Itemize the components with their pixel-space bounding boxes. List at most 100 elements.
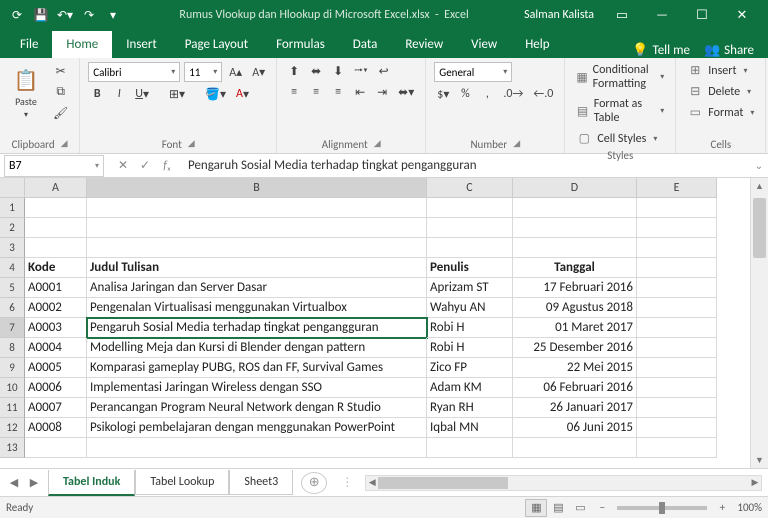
cell[interactable]: A0005	[25, 358, 87, 378]
scroll-left-icon[interactable]: ◀	[366, 476, 378, 490]
share-button[interactable]: 👥 Share	[704, 43, 754, 58]
tab-help[interactable]: Help	[511, 31, 563, 58]
inc-decimal-button[interactable]: .0→	[500, 85, 526, 103]
col-header[interactable]: E	[637, 178, 717, 197]
cell[interactable]	[427, 238, 513, 258]
cell[interactable]: 06 Februari 2016	[513, 378, 637, 398]
cell[interactable]: 22 Mei 2015	[513, 358, 637, 378]
cell[interactable]	[637, 258, 717, 278]
cell[interactable]: Zico FP	[427, 358, 513, 378]
cell[interactable]: 06 Juni 2015	[513, 418, 637, 438]
conditional-formatting-button[interactable]: ▦Conditional Formatting▾	[573, 62, 667, 92]
cell[interactable]: 26 Januari 2017	[513, 398, 637, 418]
comma-button[interactable]: ,	[478, 85, 496, 103]
page-layout-view-button[interactable]: ▤	[547, 499, 569, 517]
align-bottom-button[interactable]: ⬇	[329, 62, 347, 80]
align-top-button[interactable]: ⬆	[285, 62, 303, 80]
cell[interactable]: Robi H	[427, 318, 513, 338]
cut-button[interactable]: ✂	[50, 62, 71, 80]
row-header[interactable]: 11	[0, 398, 25, 418]
merge-button[interactable]: ⬌▾	[395, 83, 417, 101]
indent-inc-button[interactable]: ⇥	[373, 83, 391, 101]
tab-home[interactable]: Home	[52, 31, 112, 58]
col-header[interactable]: B	[87, 178, 427, 197]
cell[interactable]	[87, 238, 427, 258]
cell[interactable]	[25, 198, 87, 218]
cell[interactable]: A0004	[25, 338, 87, 358]
row-header[interactable]: 13	[0, 438, 25, 458]
shrink-font-button[interactable]: A▾	[249, 63, 268, 81]
new-sheet-button[interactable]: ⊕	[301, 472, 327, 494]
italic-button[interactable]: I	[110, 85, 128, 103]
cell[interactable]	[513, 198, 637, 218]
col-header[interactable]: C	[427, 178, 513, 197]
accounting-button[interactable]: $▾	[434, 85, 452, 103]
cell[interactable]: Penulis	[427, 258, 513, 278]
vertical-scrollbar[interactable]: ▲ ▼	[750, 178, 768, 468]
cell[interactable]: Kode	[25, 258, 87, 278]
dialog-launcher-icon[interactable]: ◢	[513, 138, 520, 151]
border-button[interactable]: ⊞▾	[166, 85, 188, 103]
cancel-formula-icon[interactable]: ✕	[112, 156, 134, 176]
row-header[interactable]: 1	[0, 198, 25, 218]
cell[interactable]: A0002	[25, 298, 87, 318]
cell[interactable]	[513, 218, 637, 238]
sheet-tab[interactable]: Sheet3	[229, 470, 293, 495]
tab-formulas[interactable]: Formulas	[262, 31, 339, 58]
row-header[interactable]: 7	[0, 318, 25, 338]
cell[interactable]: 09 Agustus 2018	[513, 298, 637, 318]
row-header[interactable]: 9	[0, 358, 25, 378]
cell[interactable]	[427, 218, 513, 238]
row-header[interactable]: 5	[0, 278, 25, 298]
name-box[interactable]: B7▾	[4, 155, 104, 177]
cell[interactable]: Wahyu AN	[427, 298, 513, 318]
format-cells-button[interactable]: ▭Format▾	[684, 104, 757, 121]
copy-button[interactable]: ⧉	[50, 83, 71, 101]
format-painter-button[interactable]: 🖌	[50, 104, 71, 122]
wrap-text-button[interactable]: ↩	[375, 62, 393, 80]
cell[interactable]	[637, 198, 717, 218]
cell[interactable]	[87, 438, 427, 458]
cell-styles-button[interactable]: ▢Cell Styles▾	[573, 130, 667, 147]
underline-button[interactable]: U▾	[132, 85, 152, 103]
tab-file[interactable]: File	[6, 31, 52, 58]
cell[interactable]: 01 Maret 2017	[513, 318, 637, 338]
cell[interactable]: Pengenalan Virtualisasi menggunakan Virt…	[87, 298, 427, 318]
row-header[interactable]: 6	[0, 298, 25, 318]
cell[interactable]: Implementasi Jaringan Wireless dengan SS…	[87, 378, 427, 398]
cell[interactable]: A0007	[25, 398, 87, 418]
qat-custom-icon[interactable]: ▾	[102, 4, 124, 26]
cell[interactable]	[87, 218, 427, 238]
cell[interactable]: Ryan RH	[427, 398, 513, 418]
cell[interactable]	[87, 198, 427, 218]
tab-data[interactable]: Data	[339, 31, 392, 58]
delete-cells-button[interactable]: ⊟Delete▾	[684, 83, 757, 100]
scroll-up-icon[interactable]: ▲	[751, 178, 768, 194]
cell[interactable]	[637, 398, 717, 418]
cell[interactable]: Adam KM	[427, 378, 513, 398]
close-button[interactable]: ✕	[722, 0, 762, 30]
horizontal-scrollbar[interactable]: ◀ ▶	[365, 475, 762, 491]
cell[interactable]: Judul Tulisan	[87, 258, 427, 278]
cell[interactable]	[637, 298, 717, 318]
cell[interactable]: Tanggal	[513, 258, 637, 278]
enter-formula-icon[interactable]: ✓	[134, 156, 156, 176]
sheet-tab[interactable]: Tabel Induk	[48, 470, 135, 496]
cell[interactable]: Robi H	[427, 338, 513, 358]
scroll-right-icon[interactable]: ▶	[749, 476, 761, 490]
fill-color-button[interactable]: 🪣▾	[202, 85, 229, 103]
format-as-table-button[interactable]: ▤Format as Table▾	[573, 96, 667, 126]
cell[interactable]: A0008	[25, 418, 87, 438]
cell[interactable]	[637, 418, 717, 438]
cell[interactable]: 17 Februari 2016	[513, 278, 637, 298]
percent-button[interactable]: %	[456, 85, 474, 103]
align-left-button[interactable]: ≡	[285, 83, 303, 101]
cell[interactable]: Iqbal MN	[427, 418, 513, 438]
page-break-view-button[interactable]: ▭	[569, 499, 591, 517]
cell[interactable]	[427, 438, 513, 458]
row-header[interactable]: 4	[0, 258, 25, 278]
row-header[interactable]: 10	[0, 378, 25, 398]
cell[interactable]	[637, 358, 717, 378]
orientation-button[interactable]: ⭬▾	[351, 62, 371, 80]
cell[interactable]: A0003	[25, 318, 87, 338]
